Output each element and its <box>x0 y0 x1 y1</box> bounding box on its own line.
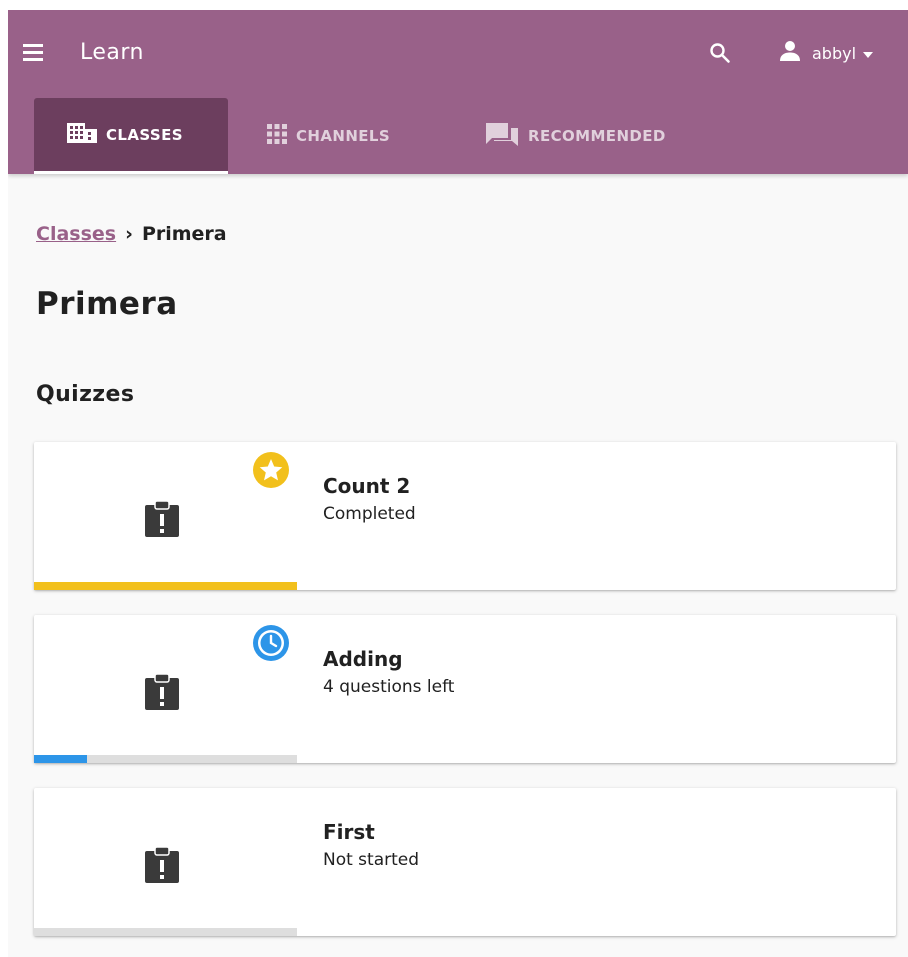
nav-tabs: CLASSES CHANNELS RECOMMENDED <box>34 98 712 174</box>
quiz-status: Completed <box>323 504 416 524</box>
quiz-card[interactable]: First Not started <box>34 788 896 936</box>
quiz-clipboard-icon <box>144 500 180 538</box>
recommended-forum-icon <box>484 121 520 151</box>
progress-bar <box>34 928 297 936</box>
quiz-title: Adding <box>323 647 403 671</box>
progress-bar-fill <box>34 755 87 763</box>
quiz-status: 4 questions left <box>323 677 455 697</box>
progress-bar <box>34 755 297 763</box>
tab-label: CHANNELS <box>296 127 391 145</box>
quiz-title: First <box>323 820 375 844</box>
breadcrumb-link-classes[interactable]: Classes <box>36 223 116 245</box>
quiz-thumbnail <box>34 442 297 590</box>
quiz-title: Count 2 <box>323 474 411 498</box>
hamburger-menu-icon[interactable] <box>23 44 45 62</box>
breadcrumb: Classes › Primera <box>36 223 227 245</box>
app-window: Learn abbyl CLASSES CHANNELS RECOMMENDED… <box>8 10 908 957</box>
top-bar: Learn abbyl <box>8 10 908 96</box>
quiz-clipboard-icon <box>144 673 180 711</box>
username-label: abbyl <box>812 43 857 63</box>
app-title: Learn <box>80 40 144 65</box>
channels-grid-icon <box>266 123 288 149</box>
quiz-status: Not started <box>323 850 420 870</box>
breadcrumb-current: Primera <box>141 223 227 245</box>
star-icon <box>251 450 291 490</box>
user-menu-button[interactable]: abbyl <box>778 38 874 68</box>
tab-label: RECOMMENDED <box>528 127 666 145</box>
clock-icon <box>251 623 291 663</box>
tab-recommended[interactable]: RECOMMENDED <box>450 98 712 174</box>
progress-bar <box>34 582 297 590</box>
search-icon[interactable] <box>708 41 732 65</box>
quiz-card[interactable]: Adding 4 questions left <box>34 615 896 763</box>
progress-bar-fill <box>34 582 297 590</box>
breadcrumb-separator: › <box>125 223 133 245</box>
quiz-thumbnail <box>34 615 297 763</box>
app-bar: Learn abbyl CLASSES CHANNELS RECOMMENDED <box>8 10 908 174</box>
quiz-thumbnail <box>34 788 297 936</box>
section-title-quizzes: Quizzes <box>36 382 135 407</box>
page-title: Primera <box>36 286 178 322</box>
caret-down-icon <box>862 44 874 63</box>
tab-classes[interactable]: CLASSES <box>34 98 228 174</box>
quiz-card[interactable]: Count 2 Completed <box>34 442 896 590</box>
classes-icon <box>66 122 98 148</box>
tab-channels[interactable]: CHANNELS <box>228 98 450 174</box>
tab-label: CLASSES <box>106 125 183 144</box>
user-icon <box>778 39 802 67</box>
quiz-clipboard-icon <box>144 846 180 884</box>
